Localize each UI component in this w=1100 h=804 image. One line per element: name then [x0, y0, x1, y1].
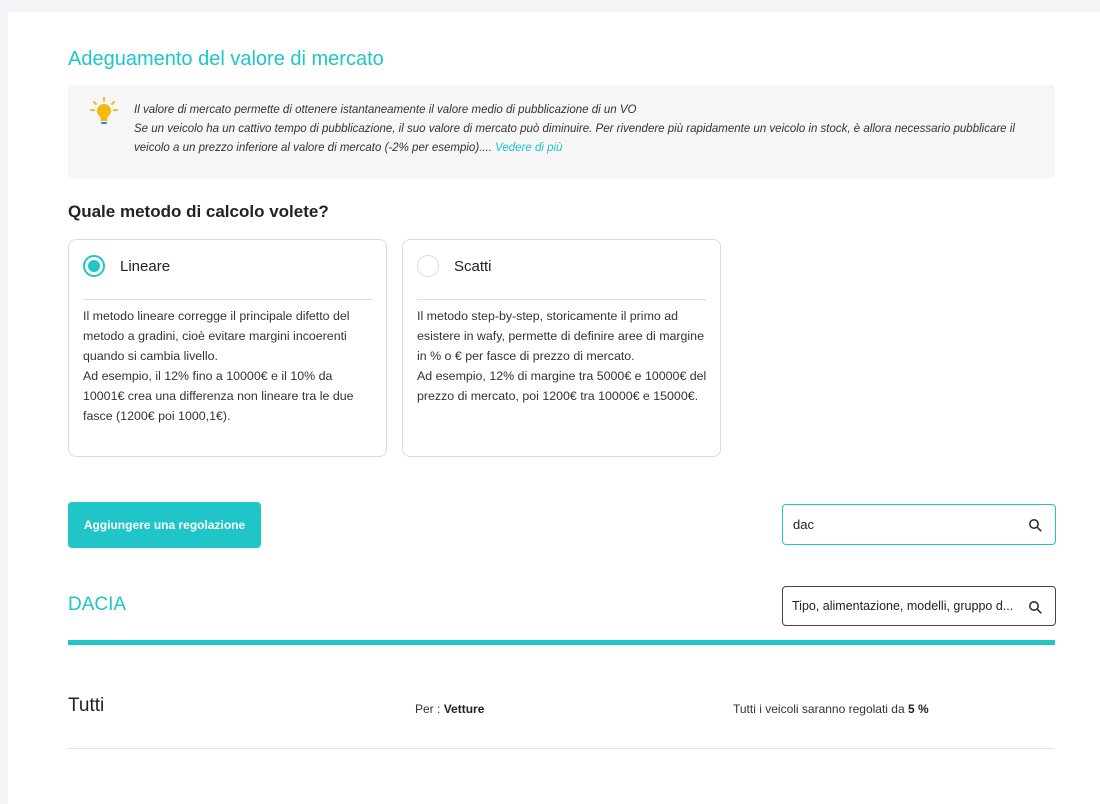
- info-line-2-text: Se un veicolo ha un cattivo tempo di pub…: [134, 123, 1015, 154]
- row-per-label: Per :: [415, 702, 444, 716]
- row-divider: [68, 748, 1055, 749]
- add-adjustment-button[interactable]: Aggiungere una regolazione: [68, 502, 261, 548]
- method-label-lineare: Lineare: [120, 258, 171, 275]
- info-line-1: Il valore di mercato permette di ottener…: [134, 104, 637, 116]
- method-card-lineare[interactable]: Lineare Il metodo lineare corregge il pr…: [68, 239, 387, 457]
- page-title: Adeguamento del valore di mercato: [68, 48, 384, 70]
- radio-lineare[interactable]: [83, 255, 105, 277]
- search-icon[interactable]: [1028, 518, 1042, 532]
- brand-title: DACIA: [68, 594, 127, 615]
- row-rule-prefix: Tutti i veicoli saranno regolati da: [733, 702, 908, 716]
- page: Adeguamento del valore di mercato Il val…: [8, 12, 1100, 804]
- card-divider: [83, 299, 372, 300]
- info-box: Il valore di mercato permette di ottener…: [68, 85, 1055, 178]
- row-vehicle-type: Per : Vetture: [415, 702, 484, 716]
- see-more-link[interactable]: Vedere di più: [495, 142, 562, 154]
- card-divider: [417, 299, 706, 300]
- row-name: Tutti: [68, 695, 105, 716]
- row-rule: Tutti i veicoli saranno regolati da 5 %: [733, 702, 929, 716]
- info-text: Il valore di mercato permette di ottener…: [134, 101, 1035, 158]
- brand-search-input[interactable]: [793, 505, 1023, 544]
- info-line-2: Se un veicolo ha un cattivo tempo di pub…: [134, 120, 1035, 158]
- method-label-scatti: Scatti: [454, 258, 492, 275]
- method-desc-lineare: Il metodo lineare corregge il principale…: [83, 306, 375, 426]
- vehicle-filter[interactable]: [782, 586, 1056, 626]
- method-card-scatti[interactable]: Scatti Il metodo step-by-step, storicame…: [402, 239, 721, 457]
- vehicle-filter-input[interactable]: [792, 587, 1030, 625]
- method-desc-scatti: Il metodo step-by-step, storicamente il …: [417, 306, 709, 406]
- radio-scatti[interactable]: [417, 255, 439, 277]
- row-rule-value: 5 %: [907, 702, 929, 716]
- row-per-value: Vetture: [443, 702, 485, 716]
- brand-search[interactable]: [782, 504, 1056, 545]
- method-desc-lineare-text: Il metodo lineare corregge il principale…: [83, 309, 354, 423]
- method-question: Quale metodo di calcolo volete?: [68, 202, 329, 221]
- method-desc-scatti-text: Il metodo step-by-step, storicamente il …: [417, 309, 707, 403]
- search-icon[interactable]: [1028, 600, 1042, 614]
- brand-underline: [68, 640, 1055, 645]
- lightbulb-icon: [90, 97, 118, 124]
